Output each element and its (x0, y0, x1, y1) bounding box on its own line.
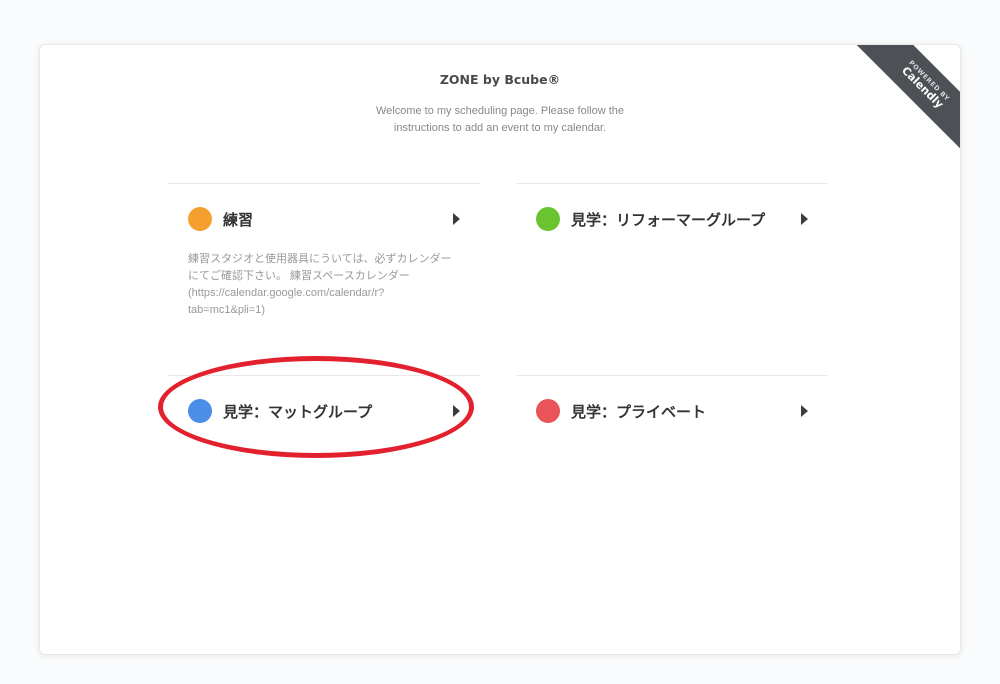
event-color-dot (536, 399, 560, 423)
event-color-dot (188, 399, 212, 423)
arrow-right-icon (801, 213, 808, 225)
arrow-right-icon (453, 213, 460, 225)
event-header[interactable]: 見学：マットグループ (168, 376, 480, 446)
event-header[interactable]: 見学：プライベート (516, 376, 828, 446)
page-title: ZONE by Bcube® (439, 72, 561, 87)
event-header[interactable]: 練習 (168, 184, 480, 254)
event-type-private[interactable]: 見学：プライベート (516, 375, 828, 446)
arrow-right-icon (801, 405, 808, 417)
event-color-dot (188, 207, 212, 231)
page: POWERED BY Calendly ZONE by Bcube® Welco… (0, 0, 1000, 684)
event-color-dot (536, 207, 560, 231)
welcome-message: Welcome to my scheduling page. Please fo… (375, 105, 625, 134)
header: ZONE by Bcube® Welcome to my scheduling … (40, 72, 960, 137)
event-name: 見学：マットグループ (223, 402, 373, 421)
event-type-mat-group[interactable]: 見学：マットグループ (168, 375, 480, 446)
scheduling-card: POWERED BY Calendly ZONE by Bcube® Welco… (39, 44, 961, 655)
event-type-reformer-group[interactable]: 見学：リフォーマーグループ (516, 183, 828, 254)
event-name: 見学：プライベート (571, 402, 707, 421)
event-name: 見学：リフォーマーグループ (571, 210, 766, 229)
arrow-right-icon (453, 405, 460, 417)
event-header[interactable]: 見学：リフォーマーグループ (516, 184, 828, 254)
event-name: 練習 (223, 210, 254, 229)
event-description: 練習スタジオと使用器具にういては、必ずカレンダーにてご確認下さい。 練習スペース… (188, 253, 452, 316)
event-type-practice[interactable]: 練習 練習スタジオと使用器具にういては、必ずカレンダーにてご確認下さい。 練習ス… (168, 183, 480, 319)
